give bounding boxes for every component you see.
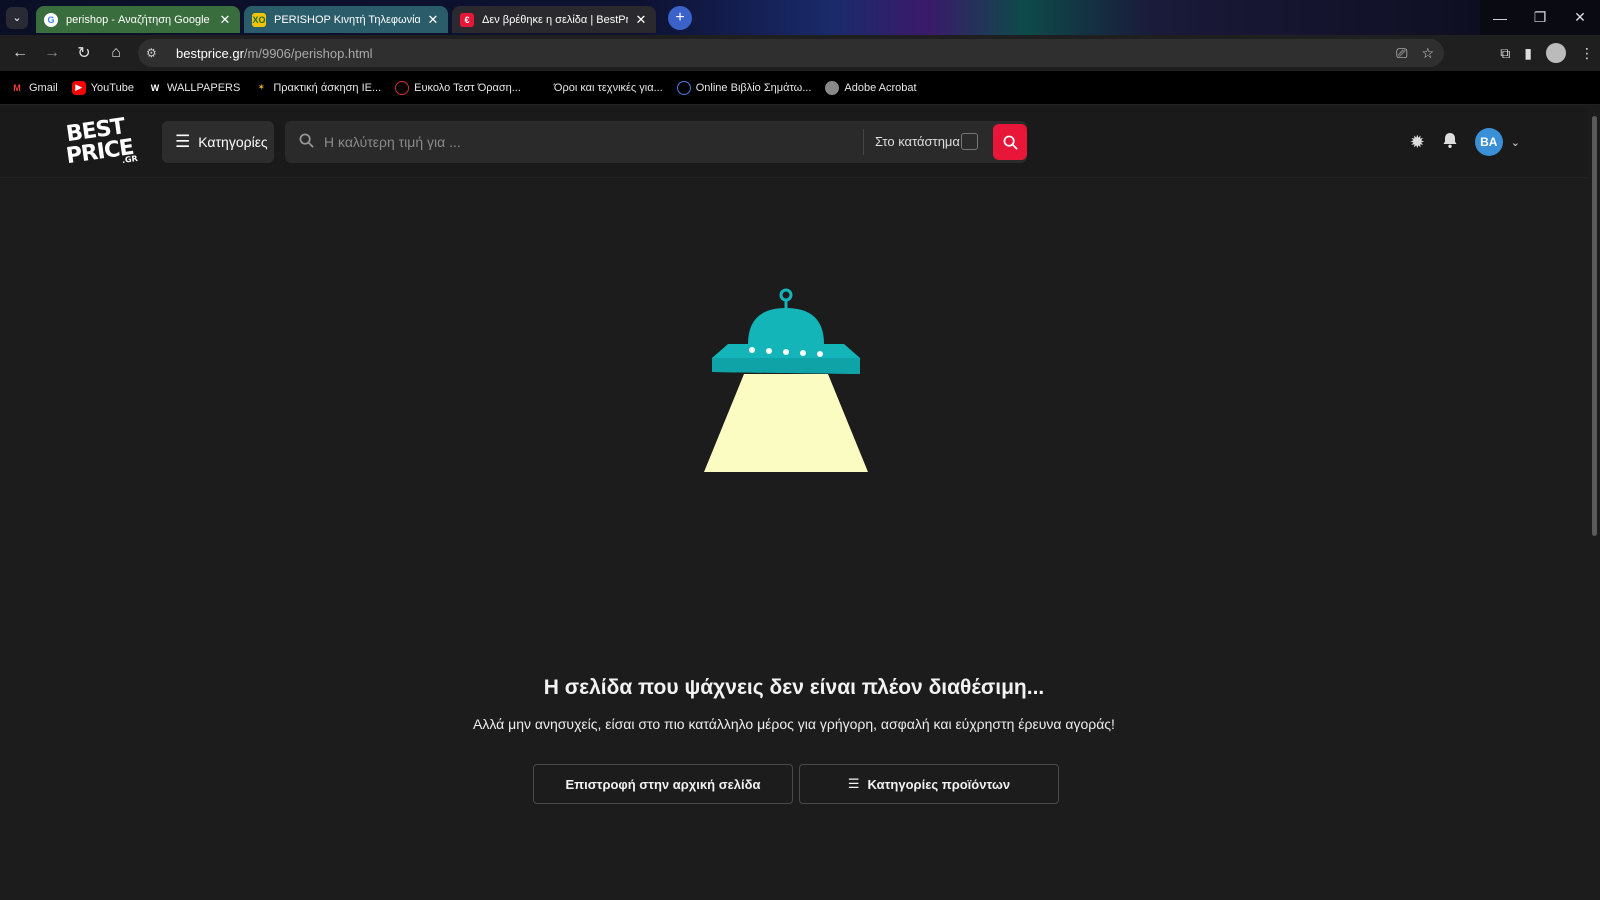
bookmark-label: Online Βιβλίο Σημάτω... — [695, 81, 812, 94]
back-to-home-button[interactable]: Επιστροφή στην αρχική σελίδα — [533, 764, 793, 804]
close-icon[interactable]: ✕ — [634, 12, 648, 28]
youtube-icon: ▶ — [71, 80, 86, 95]
header-actions: ✹ BA ⌄ — [1410, 126, 1520, 158]
ufo-light-beam — [704, 374, 868, 472]
search-icon — [299, 133, 314, 152]
categories-label: Κατηγορίες — [198, 134, 268, 150]
bookmark-label: Ευκολο Τεστ Όραση... — [414, 81, 521, 94]
close-icon[interactable]: ✕ — [218, 12, 232, 28]
browser-tab-google[interactable]: G perishop - Αναζήτηση Google ✕ — [36, 6, 240, 33]
minimize-icon[interactable]: — — [1480, 0, 1520, 35]
side-panel-icon[interactable]: ▮ — [1524, 45, 1532, 62]
globe-icon — [676, 80, 691, 95]
search-input[interactable] — [324, 134, 844, 150]
bookmark-praktiki[interactable]: ✶ Πρακτική άσκηση ΙΕ... — [254, 81, 382, 95]
avatar[interactable]: BA — [1474, 128, 1503, 156]
url-field[interactable]: ⚙ bestprice.gr/m/9906/perishop.html ⎚ ☆ — [138, 39, 1444, 67]
browser-tab-perishop[interactable]: XO PERISHOP Κινητή Τηλεφωνία | Αξ ✕ — [244, 6, 448, 33]
bookmark-label: Adobe Acrobat — [844, 81, 917, 94]
bookmark-wallpapers[interactable]: W WALLPAPERS — [148, 81, 241, 95]
window-controls: — ❐ ✕ — [1480, 0, 1600, 35]
extensions-icon[interactable]: ⧉ — [1500, 45, 1510, 62]
hamburger-icon: ☰ — [175, 132, 191, 151]
page-title: Η σελίδα που ψάχνεις δεν είναι πλέον δια… — [543, 676, 1045, 699]
acrobat-icon — [825, 80, 840, 95]
eye-test-icon — [395, 80, 410, 95]
bookmark-star-icon[interactable]: ☆ — [1421, 45, 1434, 62]
browser-tab-bestprice[interactable]: € Δεν βρέθηκε η σελίδα | BestPrice.gr ✕ — [452, 6, 656, 33]
sun-icon[interactable]: ✹ — [1410, 132, 1425, 153]
scrollbar-thumb[interactable] — [1592, 116, 1597, 536]
perishop-icon: XO — [252, 12, 266, 27]
search-bar: Στο κατάστημα — [285, 121, 1027, 163]
bookmark-label: WALLPAPERS — [166, 81, 241, 94]
ufo-antenna — [779, 288, 793, 302]
in-store-checkbox[interactable] — [961, 133, 978, 150]
bookmarks-bar: M Gmail ▶ YouTube W WALLPAPERS ✶ Πρακτική άσ… — [0, 71, 1600, 105]
url-host: bestprice.gr — [176, 45, 244, 61]
ufo-illustration — [704, 288, 868, 472]
site-header: BEST PRICE .GR ☰ Κατηγορίες Στο κατάστημ… — [0, 106, 1600, 178]
in-store-label: Στο κατάστημα — [875, 134, 960, 149]
gmail-icon: M — [13, 82, 21, 93]
tab-title: perishop - Αναζήτηση Google — [66, 13, 210, 26]
url-text: bestprice.gr/m/9906/perishop.html — [176, 46, 373, 61]
categories-button[interactable]: ☰ Κατηγορίες — [162, 121, 274, 163]
page-scrollbar[interactable] — [1588, 106, 1600, 900]
back-arrow-icon[interactable]: ← — [4, 37, 36, 69]
restore-icon[interactable]: ❐ — [1520, 0, 1560, 35]
tab-search-chevron-icon[interactable]: ⌄ — [6, 6, 28, 29]
home-icon[interactable]: ⌂ — [100, 37, 132, 69]
browser-tab-bar: ⌄ G perishop - Αναζήτηση Google ✕ XO PER… — [0, 0, 1600, 35]
tab-title: PERISHOP Κινητή Τηλεφωνία | Αξ — [274, 13, 420, 26]
tab-title: Δεν βρέθηκε η σελίδα | BestPrice.gr — [482, 13, 628, 26]
product-categories-button[interactable]: ☰ Κατηγορίες προϊόντων — [799, 764, 1059, 804]
url-path: /m/9906/perishop.html — [243, 45, 373, 61]
install-app-icon[interactable]: ⎚ — [1396, 45, 1407, 62]
bookmark-adobe[interactable]: Adobe Acrobat — [825, 80, 917, 95]
bestprice-icon: € — [460, 12, 474, 27]
chevron-down-icon[interactable]: ⌄ — [1511, 136, 1520, 149]
forward-arrow-icon[interactable]: → — [36, 37, 68, 69]
bookmark-online-book[interactable]: Online Βιβλίο Σημάτω... — [676, 80, 812, 95]
site-settings-icon[interactable]: ⚙ — [146, 46, 166, 60]
ufo-dome — [748, 308, 824, 344]
list-icon: ☰ — [847, 776, 860, 791]
search-icon — [1003, 135, 1017, 149]
menu-kebab-icon[interactable]: ⋮ — [1580, 45, 1594, 62]
reload-icon[interactable]: ↻ — [68, 37, 100, 69]
bookmark-eye-test[interactable]: Ευκολο Τεστ Όραση... — [395, 80, 521, 95]
action-buttons: Επιστροφή στην αρχική σελίδα ☰ Κατηγορίε… — [533, 764, 1059, 804]
google-icon: G — [44, 12, 58, 27]
bell-icon[interactable] — [1441, 131, 1459, 154]
bookmark-label: Όροι και τεχνικές για... — [553, 81, 663, 94]
wallpapers-icon: W — [150, 82, 160, 93]
search-submit-button[interactable] — [993, 124, 1027, 160]
bookmark-label: Gmail — [29, 81, 58, 94]
close-icon[interactable]: ✕ — [426, 12, 440, 28]
close-window-icon[interactable]: ✕ — [1560, 0, 1600, 35]
bookmark-label: YouTube — [90, 81, 134, 94]
address-bar: ← → ↻ ⌂ ⚙ bestprice.gr/m/9906/perishop.h… — [0, 35, 1600, 71]
home-button-label: Επιστροφή στην αρχική σελίδα — [565, 776, 761, 792]
bestprice-logo[interactable]: BEST PRICE .GR — [65, 114, 142, 169]
new-tab-plus-icon[interactable]: + — [668, 5, 692, 30]
profile-icon[interactable] — [1546, 43, 1566, 63]
search-divider — [863, 129, 864, 155]
bookmark-gmail[interactable]: M Gmail — [10, 81, 58, 95]
blank-icon — [535, 81, 549, 95]
bookmark-youtube[interactable]: ▶ YouTube — [71, 80, 134, 95]
bookmark-label: Πρακτική άσκηση ΙΕ... — [273, 81, 382, 94]
categories-button-label: Κατηγορίες προϊόντων — [867, 776, 1011, 792]
logo-suffix: .GR — [121, 153, 139, 166]
bookmark-icon: ✶ — [257, 82, 266, 92]
page-subtitle: Αλλά μην ανησυχείς, είσαι στο πιο κατάλλ… — [473, 716, 1115, 732]
bookmark-oroi[interactable]: Όροι και τεχνικές για... — [535, 81, 663, 95]
